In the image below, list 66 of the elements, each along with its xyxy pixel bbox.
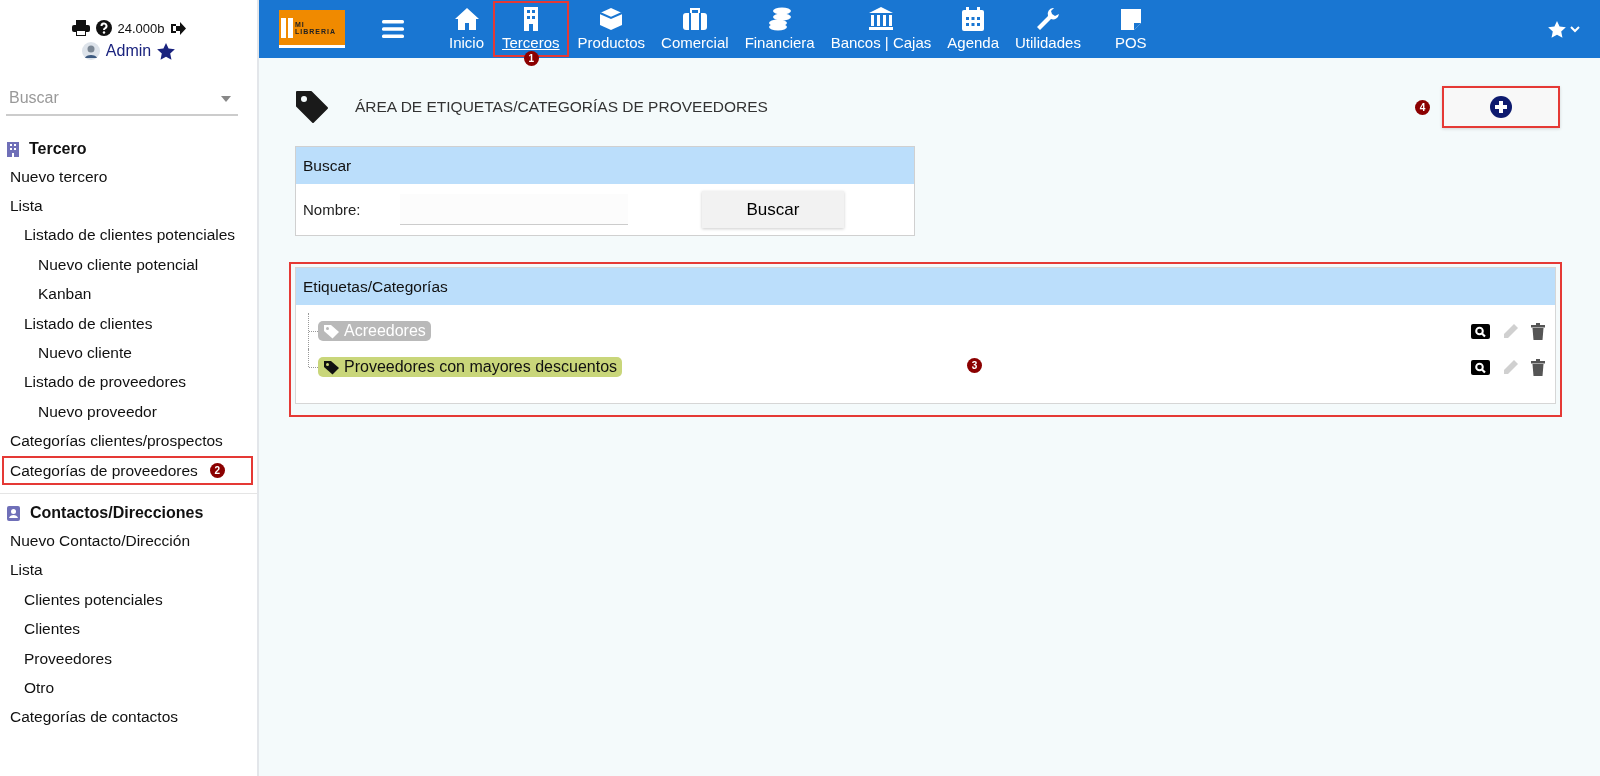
coins-icon [766,7,793,31]
search-select[interactable]: Buscar [6,82,238,116]
chevron-down-icon[interactable] [1570,25,1580,33]
cube-icon [598,7,625,31]
bank-icon [868,7,894,31]
star-icon[interactable] [1548,20,1566,38]
panel-header: Etiquetas/Categorías [296,268,1555,305]
briefcase-icon [681,7,708,31]
nav-tab[interactable]: Productos [569,0,654,58]
tag-icon [323,323,340,339]
nav-tab[interactable]: Financiera [736,0,823,58]
panel-header: Buscar [296,147,914,184]
sidebar-item[interactable]: Clientes potenciales [0,590,163,609]
nav-tab[interactable]: Inicio [441,0,493,58]
trash-icon[interactable] [1531,358,1545,376]
search-icon[interactable] [1471,323,1490,339]
plus-circle-icon [1490,96,1512,118]
sidebar-item[interactable]: Listado de proveedores [0,373,186,392]
menu-icon[interactable] [382,20,404,38]
section-title[interactable]: Contactos/Direcciones [30,504,204,523]
sidebar-item[interactable]: Nuevo cliente [0,344,132,363]
nav-tab[interactable]: Agenda [939,0,1007,58]
tag-icon [295,90,329,124]
sidebar-item[interactable]: Listado de clientes [0,314,153,333]
sidebar-item[interactable]: Lista [0,197,43,216]
user-name-link[interactable]: Admin [105,42,152,60]
nav-tab[interactable]: Bancos | Cajas [822,0,940,58]
nav-tab[interactable]: Utilidades [1007,0,1089,58]
calendar-icon [960,7,987,31]
sidebar-item[interactable]: Lista [0,561,43,580]
nav-tab[interactable]: POS [1106,0,1155,58]
sidebar-item[interactable]: Categorías de contactos [0,708,179,727]
field-label: Nombre: [303,201,362,218]
sidebar-item[interactable]: Otro [0,678,55,697]
sidebar-item[interactable]: Nuevo Contacto/Dirección [0,532,191,550]
annotation-number: 1 [523,51,539,66]
add-button[interactable] [1442,86,1560,128]
contact-card-icon [7,505,20,521]
printer-icon[interactable] [71,20,90,36]
sidebar-item[interactable]: Nuevo cliente potencial [0,255,199,274]
sidebar-item[interactable]: Listado de clientes potenciales [0,226,236,245]
caret-icon [221,96,231,102]
page-title: ÁREA DE ETIQUETAS/CATEGORÍAS DE PROVEEDORES [355,98,768,116]
sidebar-item[interactable]: Categorías de proveedores [2,461,198,480]
star-icon[interactable] [157,42,176,60]
trash-icon[interactable] [1531,322,1545,340]
sidebar-item[interactable]: Nuevo proveedor [0,402,157,421]
avatar-icon [81,42,100,60]
nav-tab[interactable]: Comercial [653,0,737,58]
home-icon [453,7,480,31]
credit-text: 24.000b [117,20,165,36]
sidebar-item[interactable]: Categorías clientes/prospectos [0,432,223,451]
sidebar-item[interactable]: Nuevo tercero [0,167,108,186]
annotation-number: 4 [1415,99,1430,115]
logout-icon[interactable] [170,21,186,35]
search-button[interactable]: Buscar [702,191,844,228]
annotation-number: 2 [209,463,225,479]
category-tag[interactable]: Proveedores con mayores descuentos [318,357,623,377]
tag-icon [323,359,340,375]
search-icon[interactable] [1471,359,1490,375]
sidebar-item[interactable]: Kanban [0,285,92,304]
sidebar-item[interactable]: Clientes [0,620,80,639]
section-title[interactable]: Tercero [29,140,87,158]
building-icon [7,141,19,157]
sidebar-item[interactable]: Proveedores [0,649,112,668]
help-icon[interactable] [95,20,112,36]
